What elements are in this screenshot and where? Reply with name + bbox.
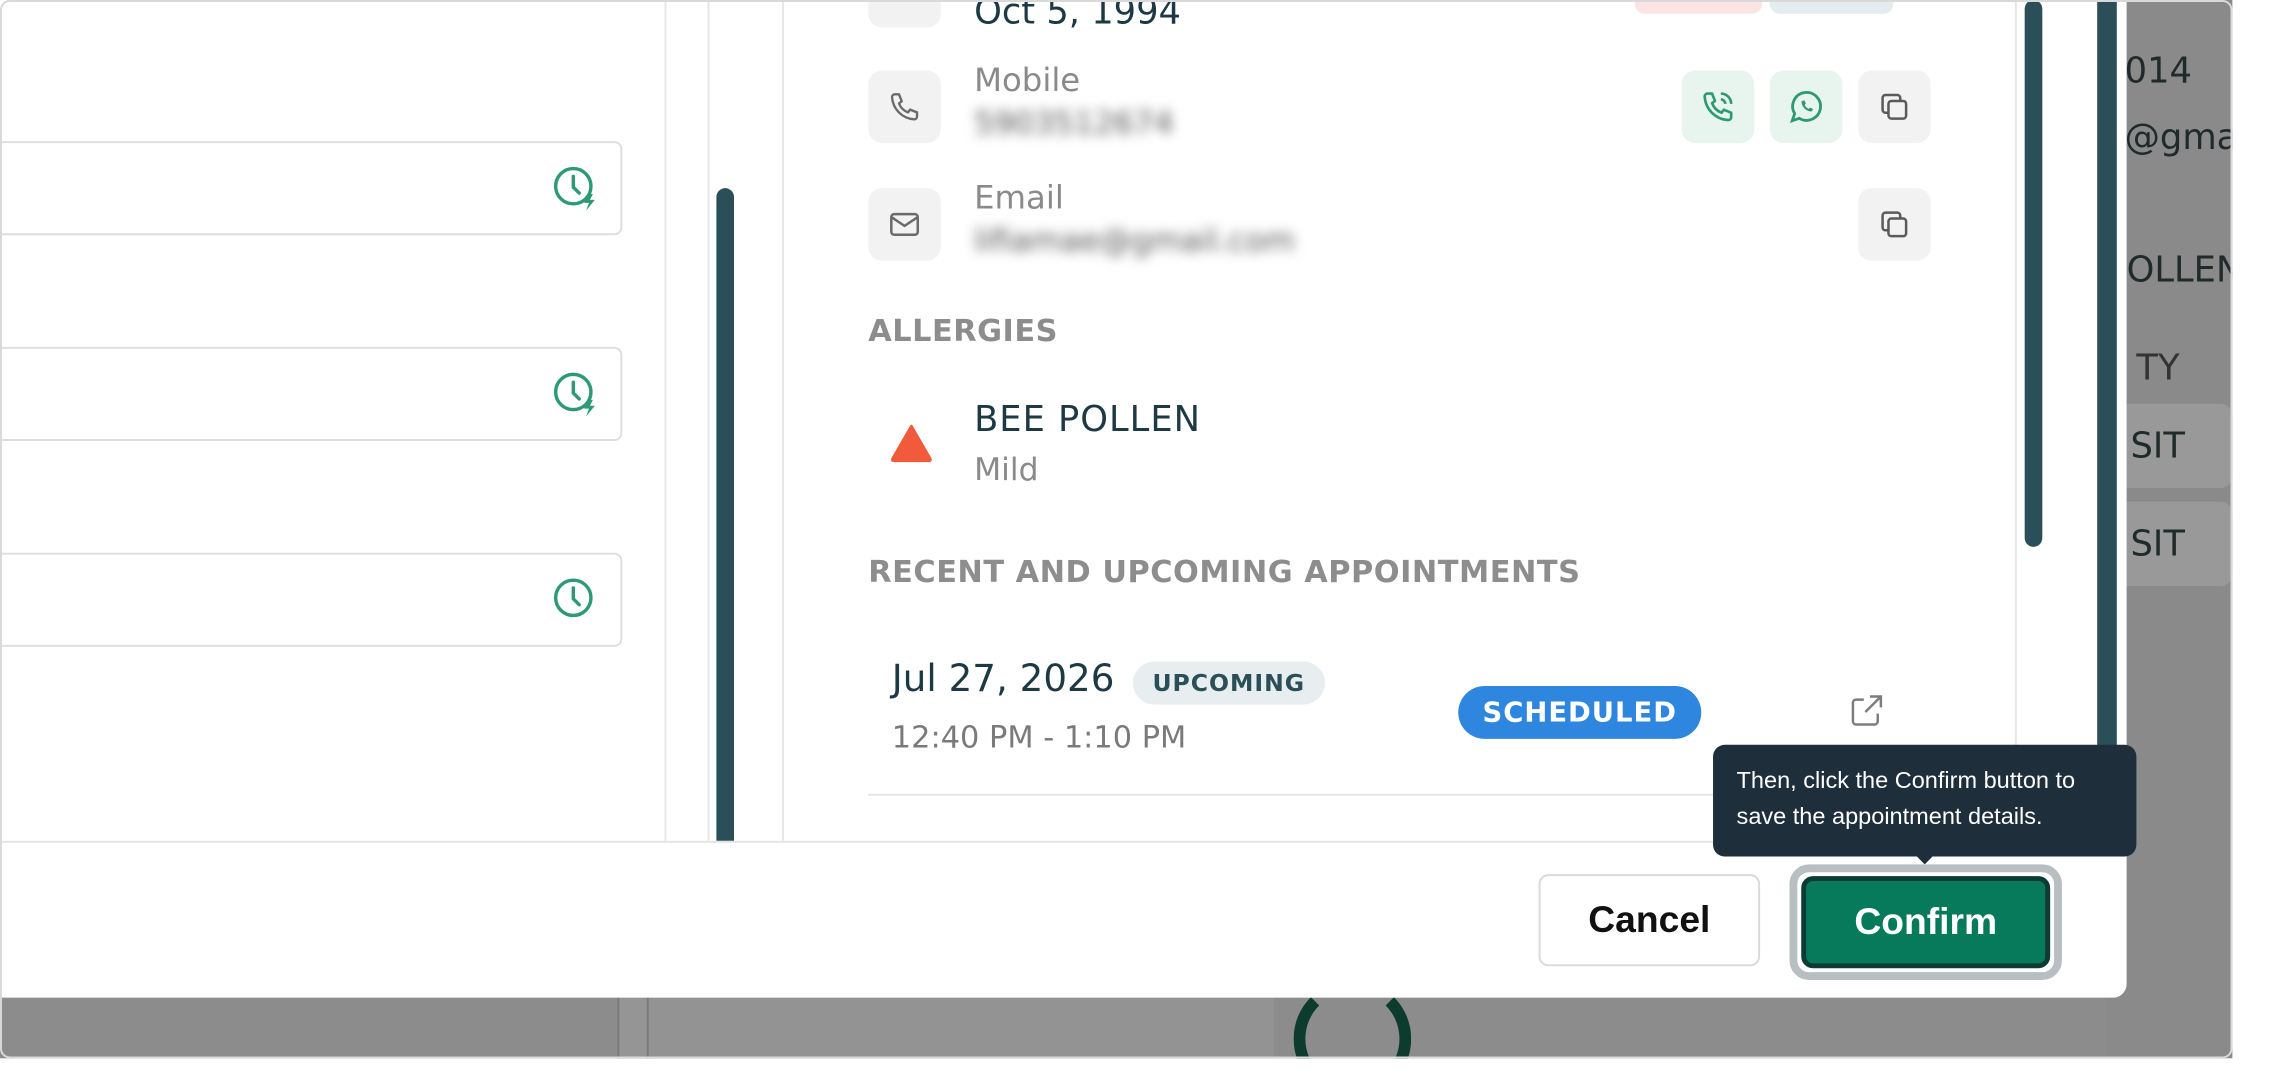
mobile-label: Mobile xyxy=(974,60,1081,99)
call-button[interactable] xyxy=(1681,70,1755,144)
time-field[interactable] xyxy=(0,552,623,647)
upcoming-badge: UPCOMING xyxy=(1132,661,1325,705)
whatsapp-icon xyxy=(1789,91,1822,124)
background-text: @gma xyxy=(2124,117,2233,158)
background-text: OLLEN xyxy=(2126,249,2233,291)
allergy-severity: Mild xyxy=(974,450,1039,489)
phone-icon xyxy=(868,70,941,144)
mail-icon xyxy=(868,188,941,261)
details-scrollbar[interactable] xyxy=(2024,0,2043,547)
time-field[interactable] xyxy=(0,346,623,441)
appointment-form-column xyxy=(0,0,667,841)
confirm-button[interactable]: Confirm xyxy=(1801,876,2051,969)
clock-bolt-icon[interactable] xyxy=(552,576,601,625)
background-text: SIT xyxy=(2130,426,2185,467)
copy-icon xyxy=(1881,93,1908,120)
whatsapp-button[interactable] xyxy=(1769,70,1843,144)
column-divider xyxy=(707,0,710,841)
clock-bolt-icon[interactable] xyxy=(552,165,601,214)
appointments-heading: RECENT AND UPCOMING APPOINTMENTS xyxy=(868,554,1581,590)
scheduled-status-badge: SCHEDULED xyxy=(1458,686,1702,739)
copy-mobile-button[interactable] xyxy=(1858,70,1931,144)
status-badge xyxy=(1769,0,1894,14)
appointment-date: Jul 27, 2026 xyxy=(891,656,1115,700)
external-link-icon[interactable] xyxy=(1848,692,1885,729)
allergies-heading: ALLERGIES xyxy=(868,313,1058,349)
modal-footer: Cancel Confirm xyxy=(0,840,2127,998)
status-badge xyxy=(1634,0,1763,14)
page-scrollbar[interactable] xyxy=(2097,0,2117,775)
background-text: SIT xyxy=(2130,524,2185,565)
email-value: lifiamae@gmail.com xyxy=(974,221,1295,259)
tooltip-arrow xyxy=(1914,854,1935,865)
background-text: 014 xyxy=(2124,50,2192,92)
background-bottom xyxy=(0,980,2107,1059)
mobile-value: 5903512674 xyxy=(974,103,1174,142)
clock-bolt-icon[interactable] xyxy=(552,370,601,419)
warning-icon xyxy=(890,424,932,463)
background-text: TY xyxy=(2136,347,2180,389)
copy-email-button[interactable] xyxy=(1858,188,1931,261)
calendar-icon xyxy=(868,0,941,28)
appointment-time: 12:40 PM - 1:10 PM xyxy=(891,720,1187,756)
app-stage: 014 @gma OLLEN TY SIT SIT Oct 5, 1994 Mo… xyxy=(0,0,2233,1059)
email-label: Email xyxy=(974,178,1064,217)
guide-tooltip: Then, click the Confirm button to save t… xyxy=(1713,744,2137,857)
phone-call-icon xyxy=(1703,92,1733,122)
copy-icon xyxy=(1881,211,1908,238)
cancel-button[interactable]: Cancel xyxy=(1538,874,1761,967)
time-field[interactable] xyxy=(0,141,623,236)
allergy-name: BEE POLLEN xyxy=(974,399,1201,441)
dob-value: Oct 5, 1994 xyxy=(974,0,1182,33)
